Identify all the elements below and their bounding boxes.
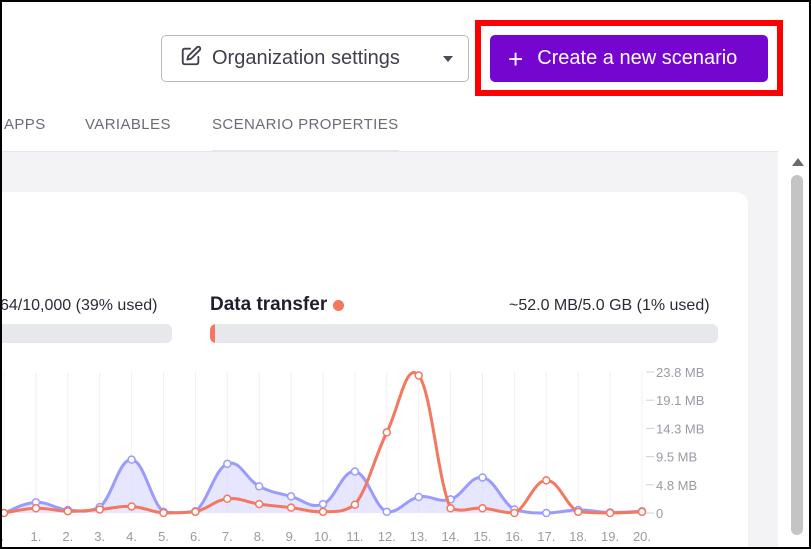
x-tick-label: 4. <box>126 529 137 544</box>
x-tick-label: 16. <box>505 529 523 544</box>
x-tick-label: 17. <box>537 529 555 544</box>
data-point <box>318 507 328 517</box>
operations-usage-bar <box>0 324 172 343</box>
data-point <box>127 502 136 511</box>
data-point <box>286 492 296 501</box>
x-tick-label: 2. <box>62 529 73 544</box>
data-point <box>223 494 232 504</box>
y-tick-label: 23.8 MB <box>656 365 704 380</box>
x-tick-label: 10. <box>314 529 332 544</box>
data-point <box>478 504 487 513</box>
data-point <box>159 508 168 518</box>
caret-down-icon <box>443 55 453 62</box>
x-tick-label: 9. <box>286 529 297 544</box>
x-tick-label: 15. <box>473 529 491 544</box>
usage-chart: 23.8 MB 19.1 MB 14.3 MB 9.5 MB 4.8 MB 0 1. 1. 2.… <box>0 365 704 544</box>
y-tick-label: 9.5 MB <box>656 450 697 465</box>
organization-settings-label: Organization settings <box>212 47 400 69</box>
data-point <box>191 507 200 517</box>
data-transfer-usage-fill <box>210 324 216 343</box>
data-point <box>286 503 296 512</box>
x-tick-label: 13. <box>410 529 428 544</box>
scrollbar-thumb[interactable] <box>791 175 803 535</box>
data-point <box>318 499 328 509</box>
create-new-scenario-button[interactable]: + Create a new scenario <box>490 35 768 82</box>
data-transfer-usage-text: ~52.0 MB/5.0 GB (1% used) <box>509 297 710 314</box>
y-tick-label: 0 <box>656 506 663 521</box>
data-point <box>414 371 423 380</box>
data-point <box>63 506 73 516</box>
x-tick-label: 14. <box>442 529 460 544</box>
data-transfer-title: Data transfer <box>210 294 345 316</box>
data-point <box>510 508 519 518</box>
x-tick-label: 1. <box>0 529 4 544</box>
data-point <box>31 504 41 513</box>
data-point <box>254 482 264 491</box>
x-tick-label: 7. <box>222 529 233 544</box>
tab-scenario-properties[interactable]: SCENARIO PROPERTIES <box>212 116 399 152</box>
tab-variables[interactable]: VARIABLES <box>85 116 171 133</box>
x-tick-label: 20. <box>633 529 651 544</box>
data-point <box>446 504 455 513</box>
data-point <box>382 507 392 517</box>
data-point <box>478 473 487 482</box>
x-tick-label: 18. <box>569 529 587 544</box>
pencil-square-icon <box>180 45 202 73</box>
x-tick-label: 11. <box>346 529 363 544</box>
data-point <box>223 459 232 469</box>
data-point <box>573 507 583 517</box>
organization-settings-dropdown-button[interactable] <box>428 35 469 82</box>
operations-usage-text: 64/10,000 (39% used) <box>0 297 158 314</box>
x-tick-label: 19. <box>601 529 619 544</box>
plus-icon: + <box>508 43 524 74</box>
data-point <box>350 500 360 509</box>
y-tick-label: 19.1 MB <box>656 393 704 408</box>
create-new-scenario-label: Create a new scenario <box>537 47 738 69</box>
data-point <box>95 505 104 514</box>
x-tick-label: 12. <box>378 529 396 544</box>
data-point <box>542 476 551 485</box>
x-tick-label: 8. <box>254 529 265 544</box>
data-point <box>637 507 647 517</box>
data-point <box>605 508 615 518</box>
data-transfer-usage-bar <box>210 324 718 343</box>
y-tick-label: 4.8 MB <box>656 478 697 493</box>
scroll-up-arrow-icon[interactable] <box>792 158 804 166</box>
x-tick-label: 6. <box>190 529 201 544</box>
tab-bar: APPS VARIABLES SCENARIO PROPERTIES <box>0 108 811 152</box>
tab-apps[interactable]: APPS <box>4 116 46 133</box>
data-point <box>254 499 264 509</box>
x-tick-label: 5. <box>158 529 169 544</box>
data-transfer-dot-icon <box>333 299 345 311</box>
data-point <box>542 508 551 518</box>
x-tick-label: 3. <box>94 529 105 544</box>
data-point <box>127 455 136 464</box>
x-tick-label: 1. <box>30 529 41 544</box>
y-tick-label: 14.3 MB <box>656 421 704 436</box>
data-transfer-title-text: Data transfer <box>210 294 328 315</box>
organization-settings-button[interactable]: Organization settings <box>161 35 429 82</box>
data-point <box>350 467 360 476</box>
data-point <box>0 508 9 518</box>
data-point <box>414 492 423 502</box>
data-point <box>382 428 392 437</box>
